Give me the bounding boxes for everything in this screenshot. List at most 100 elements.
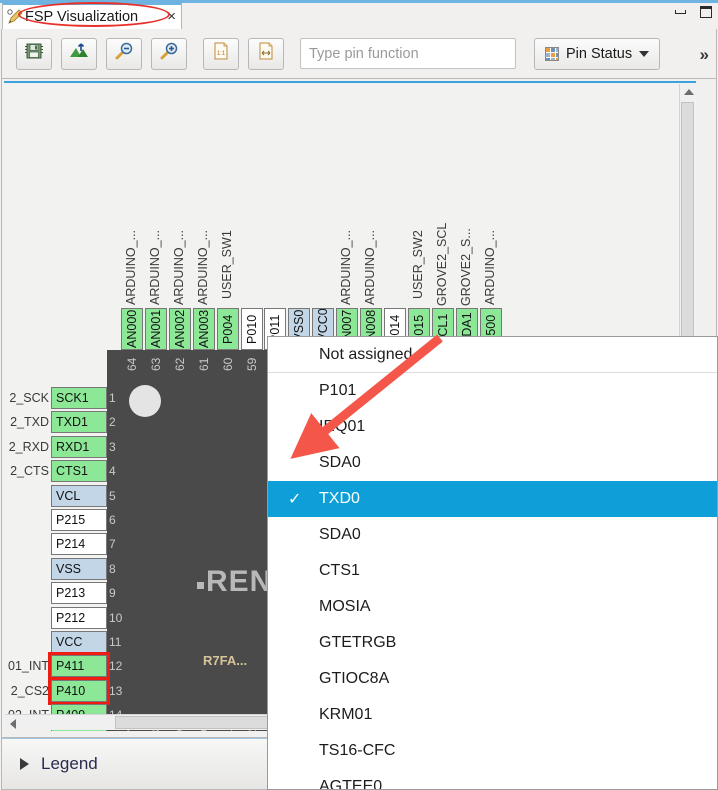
- pin-number-5: 5: [109, 488, 116, 503]
- pin-number-6: 6: [109, 513, 116, 527]
- pin-cell-TXD1[interactable]: TXD1: [51, 411, 107, 434]
- pin-signal-13: 2_CS2: [10, 683, 49, 698]
- scroll-up-icon[interactable]: [684, 89, 694, 95]
- pin-cell-RXD1[interactable]: RXD1: [51, 435, 107, 458]
- actual-size-icon: 1:1: [213, 42, 229, 65]
- pin-signal-50: GROVE2_S...: [458, 228, 473, 306]
- minimize-icon[interactable]: [675, 10, 686, 14]
- pin-signal-54: ARDUINO_...: [363, 230, 377, 306]
- check-icon: ✓: [288, 491, 302, 508]
- pin-cell-AN001[interactable]: AN001: [144, 308, 167, 350]
- dropdown-item-irq01[interactable]: IRQ01: [268, 409, 717, 445]
- pin-number-4: 4: [109, 464, 116, 479]
- dropdown-item-txd0[interactable]: ✓ TXD0: [268, 481, 717, 517]
- fit-width-button[interactable]: [248, 37, 284, 70]
- pin-cell-P214[interactable]: P214: [51, 533, 107, 556]
- dropdown-item-gtetrgb[interactable]: GTETRGB: [268, 625, 717, 661]
- pin-number-3: 3: [109, 439, 116, 454]
- horizontal-scrollbar-thumb[interactable]: [115, 716, 275, 729]
- pencil-pin-icon: [6, 8, 24, 26]
- renesas-logo: REN: [197, 565, 272, 599]
- pin-signal-61: ARDUINO_...: [195, 230, 210, 306]
- dropdown-item-sda0[interactable]: SDA0: [268, 445, 717, 481]
- dropdown-item-sda0[interactable]: SDA0: [268, 517, 717, 553]
- search-input[interactable]: [301, 39, 515, 68]
- pin-cell-P410[interactable]: P410: [51, 679, 107, 702]
- pin-number-12: 12: [109, 659, 123, 674]
- dropdown-item-krm01[interactable]: KRM01: [268, 697, 717, 733]
- dropdown-list: Not assigned P101 IRQ01 SDA0 ✓ TXD0 SDA0 CTS1 MO…: [268, 337, 717, 789]
- pin-signal-52: USER_SW2: [410, 230, 425, 299]
- scroll-left-icon[interactable]: [10, 719, 16, 729]
- pin-cell-P212[interactable]: P212: [51, 606, 107, 629]
- pin-cell-AN003[interactable]: AN003: [192, 308, 215, 350]
- fsp-visualization-window: FSP Visualization × 1:1 Type pin functio…: [0, 0, 718, 790]
- dropdown-item-label: TXD0: [319, 490, 360, 507]
- pin-number-11: 11: [109, 635, 122, 649]
- pin-number-59: 59: [244, 357, 259, 371]
- save-chip-button[interactable]: [16, 37, 52, 70]
- dropdown-item-ts16-cfc[interactable]: TS16-CFC: [268, 733, 717, 769]
- save-chip-icon: [25, 42, 43, 65]
- toolbar-overflow-button[interactable]: »: [700, 45, 710, 65]
- dropdown-item-agtee0[interactable]: AGTEE0: [268, 769, 717, 789]
- dropdown-item-label: Not assigned: [319, 345, 413, 363]
- zoom-in-icon: [159, 41, 179, 66]
- dropdown-item-label: KRM01: [319, 706, 373, 723]
- dropdown-item-label: IRQ01: [319, 418, 366, 435]
- dropdown-item-label: SDA0: [319, 526, 361, 543]
- pin-signal-4: 2_CTS: [10, 464, 49, 479]
- dropdown-item-p101[interactable]: P101: [268, 373, 717, 409]
- maximize-icon[interactable]: [700, 6, 712, 18]
- pin-cell-P411[interactable]: P411: [51, 655, 107, 678]
- pin-cell-AN000[interactable]: AN000: [121, 308, 143, 350]
- zoom-in-button[interactable]: [151, 37, 187, 70]
- pin-cell-VSS[interactable]: VSS: [51, 557, 107, 580]
- dropdown-item-not-assigned[interactable]: Not assigned: [268, 337, 717, 373]
- pin-cell-AN002[interactable]: AN002: [168, 308, 191, 350]
- pin-signal-49: ARDUINO_...: [482, 230, 497, 306]
- pin-signal-51: GROVE2_SCL: [434, 222, 449, 306]
- window-tab-bar: FSP Visualization ×: [0, 0, 718, 29]
- pin-number-9: 9: [109, 586, 116, 601]
- pin-signal-2: 2_TXD: [10, 415, 49, 430]
- dropdown-item-cts1[interactable]: CTS1: [268, 553, 717, 589]
- pin-function-dropdown[interactable]: Not assigned P101 IRQ01 SDA0 ✓ TXD0 SDA0 CTS1 MO…: [267, 336, 718, 790]
- expand-triangle-icon[interactable]: [20, 758, 29, 770]
- pin-function-search[interactable]: [300, 38, 516, 69]
- export-image-button[interactable]: [61, 37, 97, 70]
- pin-cell-P010[interactable]: P010: [240, 308, 263, 350]
- pin-number-13: 13: [109, 683, 123, 698]
- pin-number-1: 1: [109, 391, 116, 405]
- dropdown-item-mosia[interactable]: MOSIA: [268, 589, 717, 625]
- svg-text:1:1: 1:1: [217, 51, 226, 57]
- dropdown-item-label: CTS1: [319, 562, 360, 579]
- pin-cell-VCC[interactable]: VCC: [51, 631, 107, 653]
- zoom-out-button[interactable]: [106, 37, 142, 70]
- close-icon[interactable]: ×: [167, 9, 176, 24]
- pin-number-8: 8: [109, 561, 116, 576]
- pin-cell-P213[interactable]: P213: [51, 582, 107, 605]
- dropdown-item-label: SDA0: [319, 454, 361, 471]
- pin-cell-VCL[interactable]: VCL: [51, 484, 107, 507]
- pin-cell-SCK1[interactable]: SCK1: [51, 387, 107, 409]
- pin-number-63: 63: [148, 357, 163, 371]
- pin-signal-63: ARDUINO_...: [147, 230, 162, 306]
- legend-label: Legend: [41, 754, 98, 773]
- pin-status-dropdown-button[interactable]: Pin Status: [534, 37, 661, 70]
- zoom-out-icon: [114, 41, 134, 66]
- pin-cell-P215[interactable]: P215: [51, 509, 107, 531]
- pin-cell-P004[interactable]: P004: [216, 308, 239, 350]
- dropdown-item-label: TS16-CFC: [319, 742, 396, 759]
- pin-number-62: 62: [172, 357, 187, 371]
- tab-fsp-visualization[interactable]: FSP Visualization ×: [2, 3, 182, 29]
- pin-number-2: 2: [109, 415, 116, 430]
- dropdown-item-gtioc8a[interactable]: GTIOC8A: [268, 661, 717, 697]
- actual-size-button[interactable]: 1:1: [203, 37, 239, 70]
- pin-cell-CTS1[interactable]: CTS1: [51, 460, 107, 483]
- chevron-down-icon: [639, 50, 650, 57]
- pin-signal-60: USER_SW1: [219, 230, 234, 299]
- pin-signal-12: 01_INT: [8, 659, 49, 674]
- pin-signal-64: ARDUINO_...: [124, 230, 138, 306]
- export-image-icon: [69, 43, 89, 64]
